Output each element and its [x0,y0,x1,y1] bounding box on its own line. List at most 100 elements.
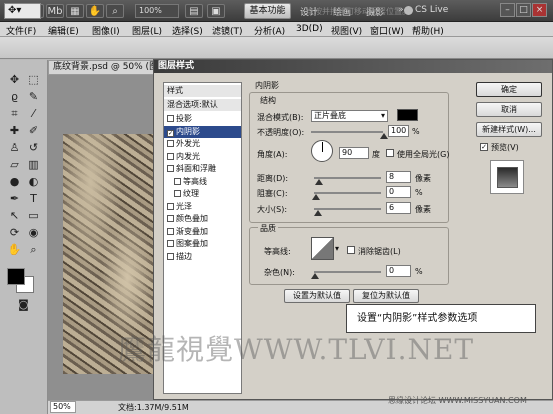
menu-image[interactable]: 图像(I) [92,24,120,37]
crop-tool-icon[interactable]: ⌗ [7,106,22,121]
noise-slider-thumb[interactable] [311,273,319,279]
size-field[interactable]: 6 [386,202,411,214]
style-item[interactable]: 颜色叠加 [164,213,241,225]
quick-mask-icon[interactable]: ◙ [16,297,31,312]
make-default-button[interactable]: 设置为默认值 [284,289,350,303]
style-item[interactable]: 等高线 [164,176,241,188]
style-item[interactable]: 渐变叠加 [164,226,241,238]
menu-layer[interactable]: 图层(L) [132,24,162,37]
contour-thumbnail[interactable] [311,237,334,260]
status-zoom-field[interactable]: 50% [50,401,76,413]
workspace-essentials-button[interactable]: 基本功能 [244,3,291,19]
style-checkbox[interactable] [167,152,174,160]
pen-tool-icon[interactable]: ✒ [7,191,22,206]
style-item[interactable]: 斜面和浮雕 [164,163,241,175]
style-checkbox[interactable] [167,240,174,247]
brush-tool-icon[interactable]: ✐ [26,123,41,138]
menu-help[interactable]: 帮助(H) [412,24,444,37]
style-checkbox[interactable] [167,202,174,210]
contour-chevron-down-icon[interactable]: ▾ [335,244,339,253]
blending-options-item[interactable]: 混合选项:默认 [164,99,241,111]
move-tool-icon[interactable]: ✥ [7,72,22,87]
shape-tool-icon[interactable]: ▭ [26,208,41,223]
lasso-tool-icon[interactable]: ϱ [7,89,22,104]
opacity-slider[interactable] [311,131,383,133]
style-checkbox[interactable]: ✓ [167,129,174,137]
style-checkbox[interactable] [167,115,174,122]
type-tool-icon[interactable]: T [26,191,41,206]
style-item[interactable]: 投影 [164,113,241,125]
menu-edit[interactable]: 编辑(E) [48,24,79,37]
zoom-tool-icon-2[interactable]: ⌕ [26,242,41,257]
choke-slider-thumb[interactable] [312,194,320,200]
clone-stamp-icon[interactable]: ♙ [7,140,22,155]
hand-tool-icon[interactable]: ✋ [7,242,22,257]
cancel-button[interactable]: 取消 [476,102,542,117]
angle-dial[interactable] [311,140,333,162]
blur-tool-icon[interactable]: ● [7,174,22,189]
maximize-icon[interactable]: □ [516,3,531,17]
arrange-documents-icon[interactable]: ▤ [185,4,203,18]
style-list-header[interactable]: 样式 [164,85,241,97]
marquee-tool-icon[interactable]: ⬚ [26,72,41,87]
ok-button[interactable]: 确定 [476,82,542,97]
healing-brush-icon[interactable]: ✚ [7,123,22,138]
menu-view[interactable]: 视图(V) [331,24,362,37]
anti-alias-checkbox[interactable] [347,246,355,254]
distance-field[interactable]: 8 [386,171,411,183]
style-item[interactable]: 纹理 [164,188,241,200]
close-icon[interactable]: × [532,3,547,17]
global-light-checkbox[interactable] [386,149,394,157]
eraser-tool-icon[interactable]: ▱ [7,157,22,172]
menu-select[interactable]: 选择(S) [172,24,203,37]
style-item[interactable]: 外发光 [164,138,241,150]
menu-window[interactable]: 窗口(W) [370,24,404,37]
zoom-tool-icon[interactable]: ⌕ [106,4,124,18]
menu-analysis[interactable]: 分析(A) [254,24,285,37]
style-item[interactable]: 图案叠加 [164,238,241,250]
choke-slider[interactable] [314,192,381,194]
path-selection-icon[interactable]: ↖ [7,208,22,223]
style-checkbox[interactable] [167,227,174,235]
choke-field[interactable]: 0 [386,186,411,198]
move-tool-preset-icon[interactable]: ✥▾ [4,3,41,19]
shadow-color-swatch[interactable] [397,109,418,121]
distance-slider-thumb[interactable] [315,179,323,185]
menu-3d[interactable]: 3D(D) [296,24,323,34]
blend-mode-select[interactable]: 正片叠底 ▾ [311,110,388,122]
style-checkbox[interactable] [167,140,174,147]
angle-field[interactable]: 90 [339,147,369,159]
style-checkbox[interactable] [167,215,174,222]
new-style-button[interactable]: 新建样式(W)... [476,122,542,137]
dodge-tool-icon[interactable]: ◐ [26,174,41,189]
minimize-icon[interactable]: – [500,3,515,17]
zoom-level-select[interactable]: 100% [135,4,179,18]
style-item[interactable]: 描边 [164,251,241,263]
preview-checkbox[interactable]: ✓ [480,143,488,151]
distance-slider[interactable] [314,177,381,179]
size-slider-thumb[interactable] [314,210,322,216]
menu-filter[interactable]: 滤镜(T) [212,24,243,37]
noise-slider[interactable] [314,271,381,273]
style-checkbox[interactable] [174,177,181,185]
reset-default-button[interactable]: 复位为默认值 [353,289,419,303]
noise-field[interactable]: 0 [386,265,411,277]
opacity-slider-thumb[interactable] [380,133,388,139]
opacity-field[interactable]: 100 [388,125,409,137]
history-brush-icon[interactable]: ↺ [26,140,41,155]
style-item[interactable]: ✓ 内阴影 [164,125,241,138]
gradient-tool-icon[interactable]: ▥ [26,157,41,172]
style-item[interactable]: 内发光 [164,151,241,163]
style-checkbox[interactable] [174,190,181,197]
view-extras-icon[interactable]: ▦ [66,4,84,18]
size-slider[interactable] [314,208,381,210]
style-checkbox[interactable] [167,165,174,172]
screen-mode-icon[interactable]: ▣ [207,4,225,18]
style-item[interactable]: 光泽 [164,201,241,213]
minibridge-icon[interactable]: Mb [46,4,64,18]
3d-rotate-icon[interactable]: ⟳ [7,225,22,240]
3d-camera-icon[interactable]: ◉ [26,225,41,240]
eyedropper-tool-icon[interactable]: ⁄ [26,106,41,121]
cs-live-link[interactable]: CS Live [415,5,448,15]
menu-file[interactable]: 文件(F) [6,24,36,37]
